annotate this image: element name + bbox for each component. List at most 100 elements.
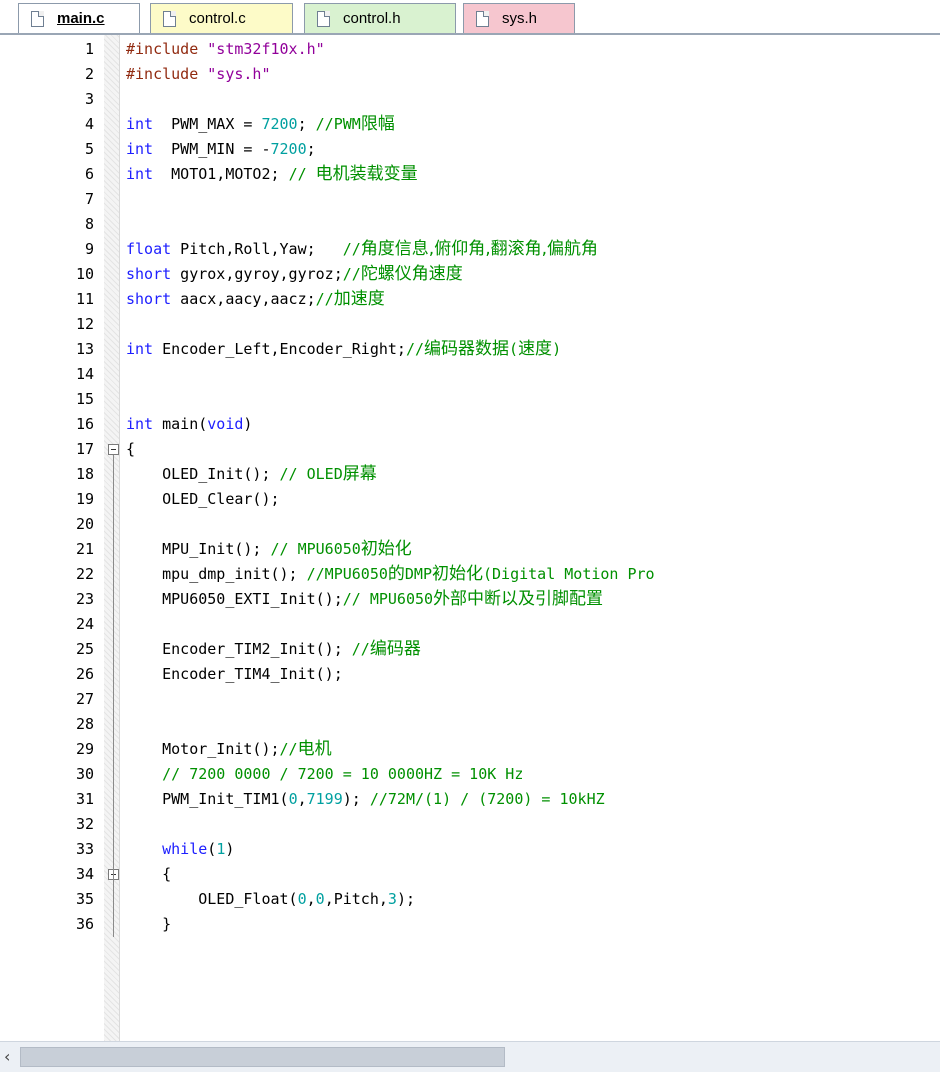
code-token: } [126,915,172,933]
line-number: 24 [75,615,94,633]
line-number: 10 [75,265,94,283]
code-line[interactable]: 30 // 7200 0000 / 7200 = 10 0000HZ = 10K… [0,762,940,787]
scroll-left-arrow-icon[interactable]: ‹ [4,1048,18,1066]
code-line[interactable]: 33 while(1) [0,837,940,862]
line-number: 29 [75,740,94,758]
line-number: 12 [75,315,94,333]
line-number: 18 [75,465,94,483]
line-number: 31 [75,790,94,808]
code-token: ( [509,340,519,358]
code-token: MPU_Init(); [126,540,271,558]
code-line[interactable]: 27 [0,687,940,712]
code-line[interactable]: 4 int PWM_MAX = 7200; //PWM限幅 [0,112,940,137]
tab-sys-h[interactable]: sys.h [463,3,575,33]
code-token: 1 [216,840,226,858]
code-token: // [315,290,334,308]
code-text: #include "sys.h" [126,62,271,87]
code-token: "stm32f10x.h" [207,40,325,58]
line-number: 23 [75,590,94,608]
code-line[interactable]: 26 Encoder_TIM4_Init(); [0,662,940,687]
code-line[interactable]: 19 OLED_Clear(); [0,487,940,512]
code-text: int PWM_MAX = 7200; //PWM限幅 [126,112,395,137]
code-line[interactable]: 24 [0,612,940,637]
code-line[interactable]: 12 [0,312,940,337]
code-line[interactable]: 31 PWM_Init_TIM1(0,7199); //72M/(1) / (7… [0,787,940,812]
tab-control-h[interactable]: control.h [304,3,456,33]
code-line[interactable]: 9 float Pitch,Roll,Yaw; //角度信息,俯仰角,翻滚角,偏航… [0,237,940,262]
line-number: 22 [75,565,94,583]
code-line[interactable]: 14 [0,362,940,387]
code-line[interactable]: 1 #include "stm32f10x.h" [0,37,940,62]
code-token: // MPU6050 [342,590,434,608]
code-token: 0 [315,890,325,908]
line-number: 35 [75,890,94,908]
code-line[interactable]: 20 [0,512,940,537]
code-line[interactable]: 29 Motor_Init();//电机 [0,737,940,762]
line-number: 20 [75,515,94,533]
code-text: PWM_Init_TIM1(0,7199); //72M/(1) / (7200… [126,787,605,812]
code-line[interactable]: 2 #include "sys.h" [0,62,940,87]
code-token: "sys.h" [207,65,271,83]
code-line[interactable]: 22 mpu_dmp_init(); //MPU6050的DMP初始化(Digi… [0,562,940,587]
code-token: // 7200 0000 / 7200 = 10 0000HZ = 10K Hz [126,765,524,783]
code-token: main( [153,415,208,433]
code-text: OLED_Init(); // OLED屏幕 [126,462,377,487]
code-line[interactable]: 25 Encoder_TIM2_Init(); //编码器 [0,637,940,662]
code-token: #include [126,40,208,58]
tab-control-c[interactable]: control.c [150,3,293,33]
line-number: 5 [84,140,94,158]
code-line[interactable]: 7 [0,187,940,212]
horizontal-scrollbar[interactable]: ‹ [0,1041,940,1072]
code-text: int MOTO1,MOTO2; // 电机装载变量 [126,162,418,187]
code-line[interactable]: 8 [0,212,940,237]
line-number: 34 [75,865,94,883]
code-line[interactable]: 21 MPU_Init(); // MPU6050初始化 [0,537,940,562]
code-token: (Digital Motion Pro [483,565,655,583]
code-line[interactable]: 17 { [0,437,940,462]
line-number: 14 [75,365,94,383]
code-token: // [288,165,316,183]
code-line[interactable]: 13 int Encoder_Left,Encoder_Right;//编码器数据… [0,337,940,362]
tab-label: control.h [343,10,401,27]
code-line[interactable]: 18 OLED_Init(); // OLED屏幕 [0,462,940,487]
code-token: 的 [387,564,405,584]
code-line[interactable]: 15 [0,387,940,412]
code-line[interactable]: 3 [0,87,940,112]
code-line[interactable]: 32 [0,812,940,837]
code-token: //PWM [315,115,361,133]
code-line[interactable]: 5 int PWM_MIN = -7200; [0,137,940,162]
line-number: 26 [75,665,94,683]
code-token: 7200 [270,140,307,158]
code-token: ); [396,890,415,908]
code-editor[interactable]: 1 #include "stm32f10x.h" 2 #include "sys.h"… [0,35,940,1041]
code-token: Pitch,Roll,Yaw; [171,240,343,258]
code-token: 电机 [297,739,332,759]
code-line[interactable]: 23 MPU6050_EXTI_Init();// MPU6050外部中断以及引… [0,587,940,612]
file-icon [31,10,44,27]
line-number: 13 [75,340,94,358]
tab-label: main.c [57,10,105,27]
code-token: 电机装载变量 [315,164,418,184]
code-text: short aacx,aacy,aacz;//加速度 [126,287,385,312]
code-line[interactable]: 6 int MOTO1,MOTO2; // 电机装载变量 [0,162,940,187]
code-token: , [306,890,316,908]
scrollbar-thumb[interactable] [20,1047,505,1067]
code-text: while(1) [126,837,234,862]
code-line[interactable]: 16 int main(void) [0,412,940,437]
code-token: gyrox,gyroy,gyroz; [171,265,343,283]
code-line[interactable]: 34 { [0,862,940,887]
code-token: 外部中断以及引脚配置 [433,589,604,609]
code-line[interactable]: 10 short gyrox,gyroy,gyroz;//陀螺仪角速度 [0,262,940,287]
code-token: // MPU6050 [270,540,361,558]
code-line[interactable]: 36 } [0,912,940,937]
code-line[interactable]: 28 [0,712,940,737]
code-token: int [126,340,154,358]
fold-collapse-icon[interactable] [108,444,119,455]
code-line[interactable]: 11 short aacx,aacy,aacz;//加速度 [0,287,940,312]
tab-main-c[interactable]: main.c [18,3,140,33]
file-icon [476,10,489,27]
code-line[interactable]: 35 OLED_Float(0,0,Pitch,3); [0,887,940,912]
code-token: short [126,265,172,283]
code-token: while [126,840,208,858]
code-token: Motor_Init(); [126,740,280,758]
